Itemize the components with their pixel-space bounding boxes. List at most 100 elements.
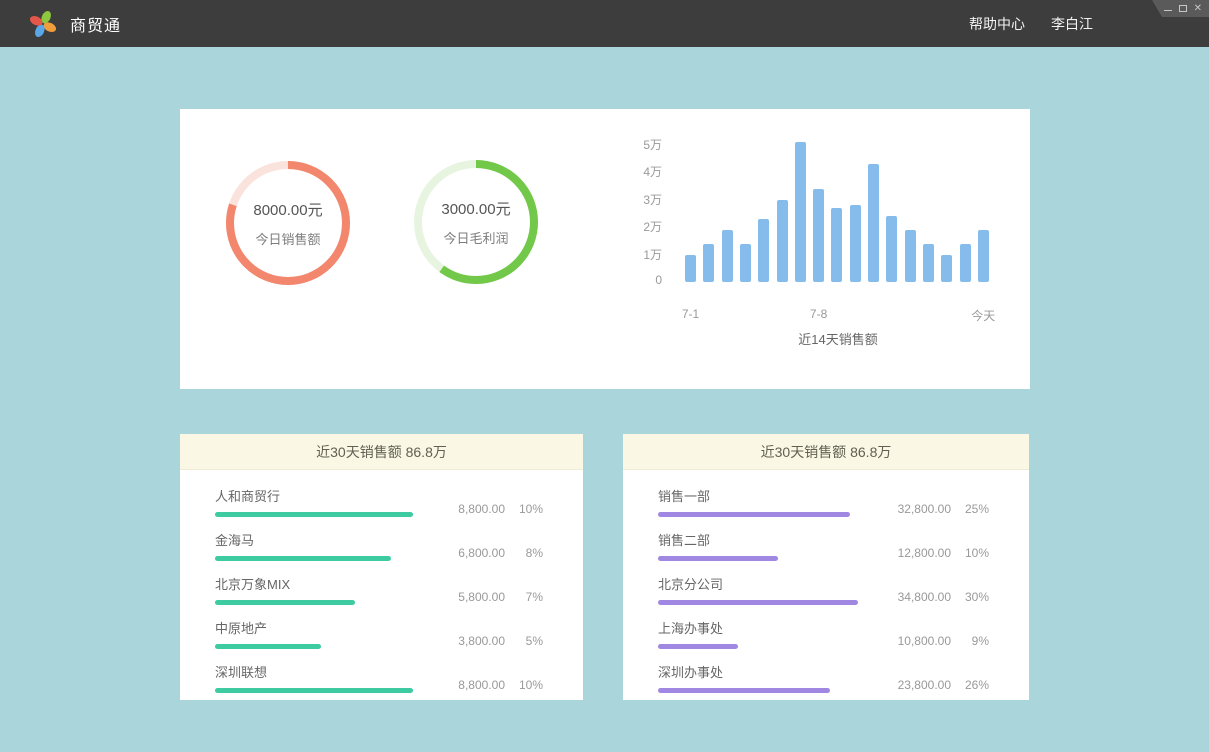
y-tick-label: 5万 [620,136,662,153]
bar-day-16 [960,244,971,282]
today-profit-label: 今日毛利润 [443,228,508,247]
y-tick-label: 0 [620,273,662,287]
row-value: 6,800.00 [435,546,505,560]
bar-day-4 [740,244,751,282]
bar-day-13 [905,230,916,282]
bar-day-14 [923,244,934,282]
today-sales-label: 今日销售额 [255,229,320,248]
app-title: 商贸通 [70,12,121,36]
row-name: 北京分公司 [658,574,858,593]
bar-day-3 [722,230,733,282]
row-percent: 8% [505,546,543,560]
sales-bar-chart: 5万 4万 3万 2万 1万 0 7-1 7-8 今天 近14天销售额 [620,109,1030,389]
bar-day-10 [850,205,861,282]
row-name: 人和商贸行 [215,486,413,505]
customer-sales-panel: 近30天销售额 86.8万 人和商贸行8,800.0010%金海马6,800.0… [180,434,583,700]
x-tick-label: 7-8 [810,307,827,321]
row-percent: 10% [505,678,543,692]
row-progress-bar [215,688,413,693]
row-percent: 25% [951,502,989,516]
customer-sales-list: 人和商贸行8,800.0010%金海马6,800.008%北京万象MIX5,80… [180,470,583,693]
row-progress-bar [658,644,738,649]
row-progress-bar [215,512,413,517]
bar-day-7 [795,142,806,282]
y-tick-label: 2万 [620,218,662,235]
row-name: 中原地产 [215,618,321,637]
close-icon[interactable]: ✕ [1194,4,1202,14]
row-percent: 7% [505,590,543,604]
y-tick-label: 3万 [620,191,662,208]
bar-day-2 [703,244,714,282]
sales-row: 深圳联想 8,800.0010% [215,662,543,693]
row-progress-bar [215,644,321,649]
bar-day-1 [685,255,696,282]
row-value: 10,800.00 [881,634,951,648]
sales-row: 金海马 6,800.008% [215,530,543,561]
y-tick-label: 1万 [620,246,662,263]
row-percent: 26% [951,678,989,692]
today-sales-value: 8000.00元 [253,199,322,220]
y-tick-label: 4万 [620,163,662,180]
maximize-icon[interactable] [1179,5,1187,12]
department-sales-list: 销售一部 32,800.0025% 销售二部 12,800.0010% 北京分公司 34,… [623,470,1029,693]
sales-row: 深圳办事处 23,800.0026% [658,662,989,693]
row-percent: 5% [505,634,543,648]
row-name: 上海办事处 [658,618,738,637]
minimize-icon[interactable] [1164,10,1172,11]
row-percent: 10% [505,502,543,516]
row-percent: 9% [951,634,989,648]
department-sales-header: 近30天销售额 86.8万 [623,434,1029,470]
sales-row: 北京万象MIX 5,800.007% [215,574,543,605]
today-sales-donut: 8000.00元 今日销售额 [226,161,350,285]
row-name: 金海马 [215,530,391,549]
row-value: 23,800.00 [881,678,951,692]
today-profit-donut: 3000.00元 今日毛利润 [414,160,538,284]
window-controls: ✕ [1152,0,1209,17]
row-progress-bar [658,512,850,517]
summary-panel: 8000.00元 今日销售额 3000.00元 今日毛利润 30天最高：10,0… [180,109,1030,389]
titlebar: 商贸通 帮助中心 李白江 ✕ [0,0,1209,47]
row-name: 销售一部 [658,486,850,505]
row-name: 深圳办事处 [658,662,830,681]
row-percent: 30% [951,590,989,604]
pinwheel-logo-icon [28,9,58,39]
sales-row: 上海办事处 10,800.009% [658,618,989,649]
row-progress-bar [215,600,355,605]
row-value: 8,800.00 [435,678,505,692]
bar-day-17 [978,230,989,282]
row-value: 8,800.00 [435,502,505,516]
row-progress-bar [215,556,391,561]
row-value: 5,800.00 [435,590,505,604]
bar-day-6 [777,200,788,282]
row-value: 3,800.00 [435,634,505,648]
sales-row: 销售一部 32,800.0025% [658,486,989,517]
row-value: 34,800.00 [881,590,951,604]
bar-day-12 [886,216,897,282]
row-name: 北京万象MIX [215,574,355,593]
customer-sales-header: 近30天销售额 86.8万 [180,434,583,470]
sales-row: 北京分公司 34,800.0030% [658,574,989,605]
bar-chart-title: 近14天销售额 [685,329,991,348]
row-percent: 10% [951,546,989,560]
bar-chart-plot [685,129,991,282]
x-tick-label: 今天 [971,307,995,324]
sales-row: 中原地产 3,800.005% [215,618,543,649]
bar-day-5 [758,219,769,282]
row-progress-bar [658,600,858,605]
user-name[interactable]: 李白江 [1051,14,1093,34]
row-value: 12,800.00 [881,546,951,560]
row-name: 深圳联想 [215,662,413,681]
bar-day-11 [868,164,879,282]
sales-row: 人和商贸行 8,800.0010% [215,486,543,517]
help-center-link[interactable]: 帮助中心 [969,14,1025,34]
bar-day-15 [941,255,952,282]
bar-day-9 [831,208,842,282]
row-progress-bar [658,556,778,561]
department-sales-panel: 近30天销售额 86.8万 销售一部 32,800.0025% 销售二部 12,800… [623,434,1029,700]
row-progress-bar [658,688,830,693]
row-name: 销售二部 [658,530,778,549]
row-value: 32,800.00 [881,502,951,516]
x-tick-label: 7-1 [682,307,699,321]
sales-row: 销售二部 12,800.0010% [658,530,989,561]
bar-day-8 [813,189,824,282]
